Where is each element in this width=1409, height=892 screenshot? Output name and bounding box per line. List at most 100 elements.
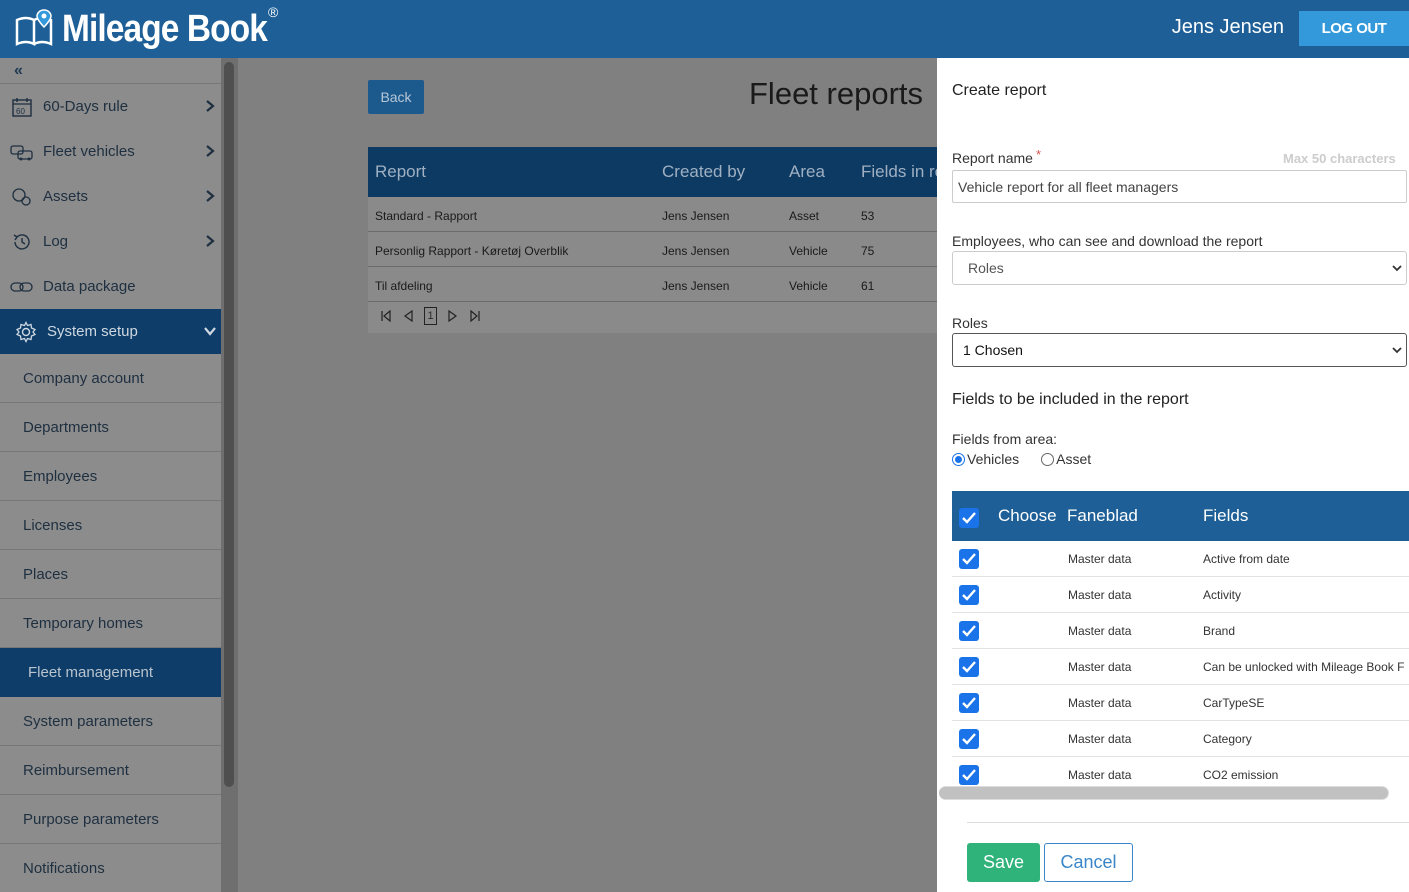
column-header-fields[interactable]: Fields in re: [861, 162, 937, 182]
chevron-right-icon: [206, 235, 215, 247]
cell-field: Activity: [1203, 588, 1242, 602]
sidebar-item-label: 60-Days rule: [43, 98, 129, 115]
sidebar-item-label: Assets: [43, 188, 89, 205]
radio-asset[interactable]: [1041, 452, 1055, 466]
field-row[interactable]: Master data Active from date: [952, 541, 1409, 577]
field-checkbox[interactable]: [959, 657, 979, 677]
employees-select[interactable]: Roles: [952, 251, 1407, 285]
assets-icon: [10, 185, 34, 209]
field-checkbox[interactable]: [959, 585, 979, 605]
chevron-down-icon: [204, 327, 216, 336]
field-checkbox[interactable]: [959, 729, 979, 749]
cell-report: Til afdeling: [375, 279, 433, 293]
column-header-created-by[interactable]: Created by: [662, 162, 745, 182]
sidebar-subitem-company-account[interactable]: Company account: [0, 354, 221, 403]
cell-fields: 53: [861, 209, 875, 223]
book-pin-icon: [15, 9, 53, 47]
sidebar-item-assets[interactable]: Assets: [0, 174, 221, 219]
cell-faneblad: Master data: [1068, 588, 1132, 602]
column-header-fields: Fields: [1203, 506, 1249, 525]
sidebar-item-fleet-vehicles[interactable]: Fleet vehicles: [0, 129, 221, 174]
field-row[interactable]: Master data CarTypeSE: [952, 685, 1409, 721]
sidebar-subitem-fleet-management[interactable]: Fleet management: [0, 648, 221, 697]
chevron-right-icon: [206, 100, 215, 112]
max-characters-hint: Max 50 characters: [1283, 151, 1396, 166]
cell-created-by: Jens Jensen: [662, 209, 730, 223]
sidebar-subitem-temporary-homes[interactable]: Temporary homes: [0, 599, 221, 648]
field-row[interactable]: Master data Can be unlocked with Mileage…: [952, 649, 1409, 685]
field-checkbox[interactable]: [959, 621, 979, 641]
column-header-report[interactable]: Report: [375, 162, 426, 182]
field-row[interactable]: Master data Activity: [952, 577, 1409, 613]
pagination: 1: [380, 307, 481, 325]
checkmark-icon: [962, 661, 976, 673]
svg-text:60: 60: [16, 107, 25, 116]
chevron-down-icon: [1392, 347, 1402, 354]
registered-mark: ®: [268, 4, 279, 20]
sidebar-item-system-setup[interactable]: System setup: [0, 309, 221, 354]
sidebar-subitem-system-parameters[interactable]: System parameters: [0, 697, 221, 746]
table-row[interactable]: Personlig Rapport - Køretøj Overblik Jen…: [368, 232, 937, 267]
field-row[interactable]: Master data Category: [952, 721, 1409, 757]
back-button[interactable]: Back: [368, 80, 424, 114]
sidebar-item-log[interactable]: Log: [0, 219, 221, 264]
current-page[interactable]: 1: [424, 307, 437, 325]
radio-vehicles[interactable]: [952, 452, 965, 466]
sidebar-item-data-package[interactable]: Data package: [0, 264, 221, 309]
report-name-label-text: Report name: [952, 150, 1033, 166]
collapse-sidebar-button[interactable]: «: [0, 58, 221, 84]
sidebar: « 60 60-Days rule Fleet vehicles Assets: [0, 58, 221, 892]
horizontal-scrollbar-thumb[interactable]: [939, 787, 1388, 799]
radio-asset-label[interactable]: Asset: [1056, 451, 1091, 467]
table-row[interactable]: Standard - Rapport Jens Jensen Asset 53: [368, 197, 937, 232]
next-page-icon[interactable]: [447, 310, 459, 322]
sidebar-subitem-places[interactable]: Places: [0, 550, 221, 599]
previous-page-icon[interactable]: [402, 310, 414, 322]
roles-select[interactable]: 1 Chosen: [952, 333, 1407, 367]
sidebar-subitem-employees[interactable]: Employees: [0, 452, 221, 501]
cancel-button[interactable]: Cancel: [1044, 843, 1133, 882]
calendar-60-icon: 60: [10, 95, 34, 119]
sidebar-item-60-days-rule[interactable]: 60 60-Days rule: [0, 84, 221, 129]
last-page-icon[interactable]: [469, 310, 481, 322]
sidebar-subitem-departments[interactable]: Departments: [0, 403, 221, 452]
first-page-icon[interactable]: [380, 310, 392, 322]
sidebar-subitem-licenses[interactable]: Licenses: [0, 501, 221, 550]
link-icon: [10, 275, 34, 299]
radio-vehicles-label[interactable]: Vehicles: [967, 451, 1019, 467]
logout-button[interactable]: LOG OUT: [1299, 11, 1409, 46]
sidebar-subitem-purpose-parameters[interactable]: Purpose parameters: [0, 795, 221, 844]
field-checkbox[interactable]: [959, 693, 979, 713]
field-checkbox[interactable]: [959, 765, 979, 785]
cell-faneblad: Master data: [1068, 660, 1132, 674]
cell-area: Vehicle: [789, 279, 828, 293]
checkmark-icon: [962, 512, 976, 524]
roles-select-value: 1 Chosen: [963, 342, 1023, 358]
divider: [967, 822, 1409, 823]
employees-label: Employees, who can see and download the …: [952, 233, 1263, 249]
save-button[interactable]: Save: [967, 843, 1040, 882]
cell-field: CarTypeSE: [1203, 696, 1265, 710]
chevron-right-icon: [206, 190, 215, 202]
field-row[interactable]: Master data CO2 emission: [952, 757, 1409, 785]
column-header-area[interactable]: Area: [789, 162, 825, 182]
page-title: Fleet reports: [749, 76, 924, 111]
logo-text: Mileage Book: [62, 8, 268, 50]
select-all-checkbox[interactable]: [959, 508, 979, 528]
table-row[interactable]: Til afdeling Jens Jensen Vehicle 61: [368, 267, 937, 302]
field-checkbox[interactable]: [959, 549, 979, 569]
sidebar-scrollbar-thumb[interactable]: [224, 62, 234, 787]
report-name-input[interactable]: Vehicle report for all fleet managers: [952, 170, 1407, 203]
main-content: Back Fleet reports Report Created by Are…: [238, 58, 937, 892]
chevron-right-icon: [206, 145, 215, 157]
cell-created-by: Jens Jensen: [662, 279, 730, 293]
cell-faneblad: Master data: [1068, 768, 1132, 782]
fleet-vehicles-icon: [10, 140, 34, 164]
field-row[interactable]: Master data Brand: [952, 613, 1409, 649]
cell-faneblad: Master data: [1068, 624, 1132, 638]
app-logo[interactable]: Mileage Book: [14, 4, 295, 54]
fields-section-title: Fields to be included in the report: [952, 391, 1189, 408]
sidebar-subitem-reimbursement[interactable]: Reimbursement: [0, 746, 221, 795]
fields-table-horizontal-scrollbar[interactable]: [939, 786, 1389, 800]
sidebar-subitem-notifications[interactable]: Notifications: [0, 844, 221, 892]
